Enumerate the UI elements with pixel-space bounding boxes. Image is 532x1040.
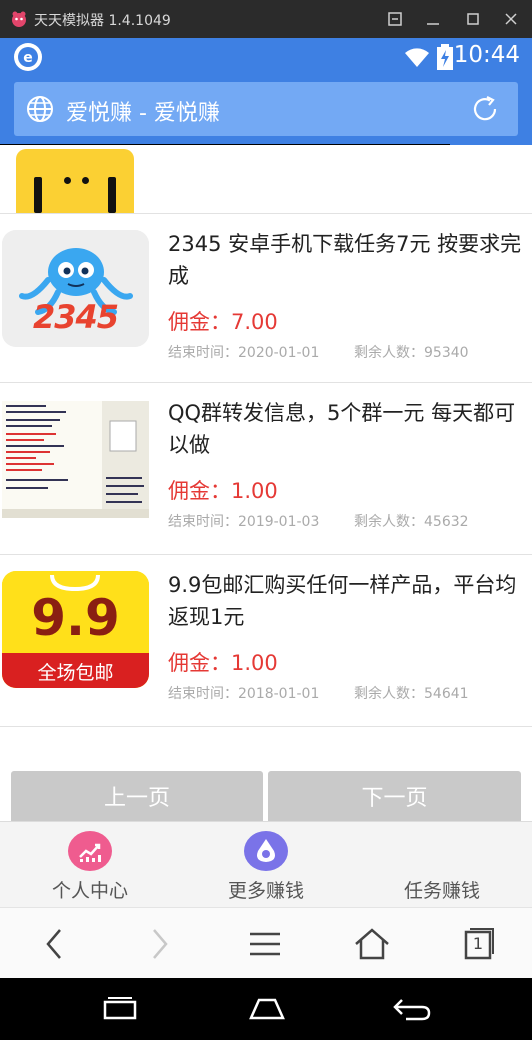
chart-icon	[68, 831, 112, 871]
address-bar[interactable]: 爱悦赚 - 爱悦赚	[14, 82, 518, 136]
task-commission: 佣金：7.00	[168, 310, 278, 334]
page-title: 爱悦赚 - 爱悦赚	[66, 101, 220, 126]
task-item-9-9[interactable]: 9.9 全场包邮 9.9包邮汇购买任何一样产品，平台均返现1元 佣金：1.00 …	[0, 555, 532, 727]
task-title: QQ群转发信息，5个群一元 每天都可以做	[168, 401, 516, 457]
tab-task-money[interactable]: 任务赚钱	[372, 822, 512, 908]
home-icon[interactable]	[352, 926, 392, 962]
thumb-2345-text: 2345	[32, 298, 119, 336]
forward-arrow-icon[interactable]	[140, 926, 180, 962]
status-time: 10:44	[453, 42, 520, 68]
next-page-button[interactable]: 下一页	[268, 771, 521, 821]
back-arrow-icon[interactable]	[36, 926, 76, 962]
task-thumbnail-2345: 2345	[2, 230, 149, 347]
task-end-time: 结束时间：2018-01-01	[168, 686, 320, 702]
close-icon[interactable]	[500, 8, 522, 30]
thumb-9-9-text: 9.9	[31, 589, 120, 647]
android-nav-bar	[0, 978, 532, 1040]
svg-text:e: e	[23, 50, 33, 66]
browser-app-icon: e	[14, 43, 42, 71]
task-title: 9.9包邮汇购买任何一样产品，平台均返现1元	[168, 573, 517, 629]
recent-apps-icon[interactable]	[102, 996, 138, 1022]
browser-nav-bar: 1	[0, 907, 532, 978]
tab-count: 1	[472, 934, 484, 953]
divider	[0, 726, 532, 727]
task-thumbnail-qq-screenshot	[2, 401, 149, 518]
money-bag-icon	[244, 831, 288, 871]
maximize-icon[interactable]	[462, 8, 484, 30]
task-list[interactable]: 2345 2345 安卓手机下载任务7元 按要求完成 佣金：7.00 结束时间：…	[0, 145, 532, 821]
task-item-2345[interactable]: 2345 2345 安卓手机下载任务7元 按要求完成 佣金：7.00 结束时间：…	[0, 214, 532, 386]
tab-personal-center[interactable]: 个人中心	[20, 822, 160, 908]
globe-icon	[27, 96, 53, 122]
thumb-9-9-subtext: 全场包邮	[37, 662, 114, 684]
bottom-tab-bar: 个人中心 更多赚钱 任务赚钱	[0, 821, 532, 907]
minimize-icon[interactable]	[422, 8, 444, 30]
task-remaining: 剩余人数：45632	[354, 514, 469, 530]
emulator-logo-icon	[12, 11, 26, 27]
menu-icon[interactable]	[246, 926, 286, 962]
task-remaining: 剩余人数：54641	[354, 686, 469, 702]
android-back-icon[interactable]	[392, 996, 432, 1022]
task-title: 2345 安卓手机下载任务7元 按要求完成	[168, 232, 522, 288]
task-end-time: 结束时间：2019-01-03	[168, 514, 320, 530]
battery-charging-icon	[437, 44, 453, 70]
task-end-time: 结束时间：2020-01-01	[168, 345, 320, 361]
task-thumbnail-9-9: 9.9 全场包邮	[2, 571, 149, 688]
emulator-title-bar: 天天模拟器 1.4.1049	[0, 0, 532, 38]
emulator-title: 天天模拟器 1.4.1049	[34, 13, 171, 29]
task-item-qq-group[interactable]: QQ群转发信息，5个群一元 每天都可以做 佣金：1.00 结束时间：2019-0…	[0, 383, 532, 555]
status-bar: e 10:44	[0, 38, 532, 76]
browser-toolbar: 爱悦赚 - 爱悦赚	[0, 76, 532, 144]
partial-task-thumbnail[interactable]	[16, 149, 134, 213]
prev-page-button[interactable]: 上一页	[11, 771, 263, 821]
tab-more-money[interactable]: 更多赚钱	[196, 822, 336, 908]
refresh-icon[interactable]	[470, 94, 500, 124]
task-remaining: 剩余人数：95340	[354, 345, 469, 361]
tab-label: 任务赚钱	[403, 880, 480, 902]
tabs-icon[interactable]: 1	[458, 926, 498, 962]
tab-label: 个人中心	[51, 880, 128, 902]
task-commission: 佣金：1.00	[168, 479, 278, 503]
task-commission: 佣金：1.00	[168, 651, 278, 675]
android-home-icon[interactable]	[248, 996, 286, 1022]
tab-label: 更多赚钱	[227, 880, 304, 902]
wifi-icon	[405, 48, 429, 67]
emulator-menu-icon[interactable]	[384, 8, 406, 30]
